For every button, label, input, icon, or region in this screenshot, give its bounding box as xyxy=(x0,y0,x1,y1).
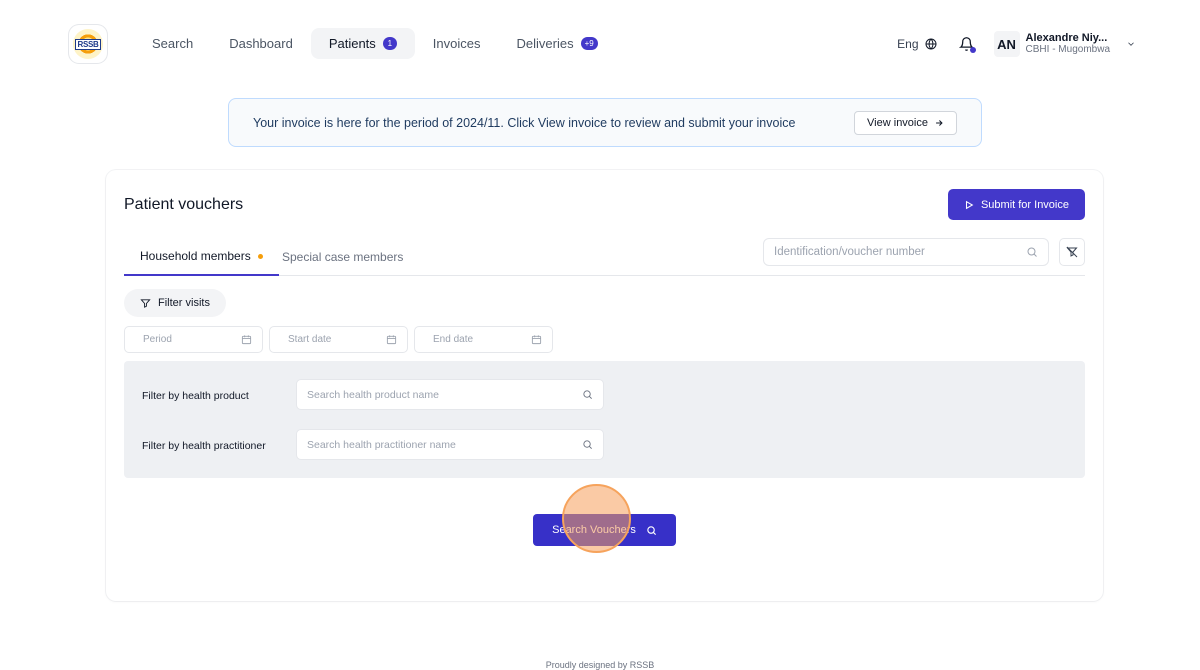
submit-for-invoice-button[interactable]: Submit for Invoice xyxy=(947,189,1085,220)
patients-count-badge: 1 xyxy=(382,37,397,50)
practitioner-filter-label: Filter by health practitioner xyxy=(142,440,266,452)
start-date-input[interactable]: Start date xyxy=(269,326,408,353)
search-icon xyxy=(1027,247,1037,257)
user-name: Alexandre Niy... xyxy=(1025,32,1108,44)
calendar-icon xyxy=(241,335,252,345)
end-date-input[interactable]: End date xyxy=(414,326,553,353)
filter-visits-button[interactable]: Filter visits xyxy=(124,289,226,317)
patient-vouchers-card: Patient vouchers Submit for Invoice Hous… xyxy=(106,170,1103,601)
health-practitioner-search-input[interactable]: Search health practitioner name xyxy=(296,429,604,460)
period-input[interactable]: Period xyxy=(124,326,263,353)
product-filter-label: Filter by health product xyxy=(142,390,249,402)
notifications-button[interactable] xyxy=(958,36,976,53)
tab-special-case-members[interactable]: Special case members xyxy=(282,238,403,276)
filter-off-icon xyxy=(1066,246,1078,258)
search-icon xyxy=(583,440,592,449)
play-icon xyxy=(965,200,974,209)
globe-icon xyxy=(925,38,937,50)
language-selector[interactable]: Eng xyxy=(897,37,937,51)
nav-item-invoices[interactable]: Invoices xyxy=(415,28,499,59)
top-navbar: RSSB Search Dashboard Patients 1 Invoices… xyxy=(0,0,1200,88)
clear-filter-button[interactable] xyxy=(1059,238,1085,266)
page-title: Patient vouchers xyxy=(124,196,244,213)
date-filters: Period Start date End date xyxy=(124,326,553,353)
chevron-down-icon[interactable] xyxy=(1126,39,1136,49)
tab-household-members[interactable]: Household members xyxy=(124,238,279,276)
nav-item-search[interactable]: Search xyxy=(134,28,211,59)
rssb-logo[interactable]: RSSB xyxy=(69,25,107,63)
calendar-icon xyxy=(531,335,542,345)
main-nav: Search Dashboard Patients 1 Invoices Deli… xyxy=(134,28,616,59)
tab-indicator-dot xyxy=(257,253,263,259)
search-vouchers-button[interactable]: Search Vouchers xyxy=(533,514,676,546)
invoice-banner: Your invoice is here for the period of 2… xyxy=(228,98,982,147)
health-product-search-input[interactable]: Search health product name xyxy=(296,379,604,410)
nav-item-deliveries[interactable]: Deliveries +9 xyxy=(499,28,616,59)
avatar[interactable]: AN xyxy=(993,31,1020,57)
user-org: CBHI - Mugombwa xyxy=(1025,44,1110,55)
voucher-search-input[interactable]: Identification/voucher number xyxy=(763,238,1049,266)
notification-dot xyxy=(969,47,976,53)
logo-seal: RSSB xyxy=(73,29,103,59)
arrow-right-icon xyxy=(936,119,943,126)
banner-message: Your invoice is here for the period of 2… xyxy=(253,115,796,130)
view-invoice-button[interactable]: View invoice xyxy=(854,110,957,135)
header-actions: Eng AN Alexandre Niy... CBHI - Mugombwa xyxy=(897,26,1136,62)
footer-text: Proudly designed by RSSB xyxy=(545,660,655,670)
nav-item-patients[interactable]: Patients 1 xyxy=(310,28,415,59)
search-icon xyxy=(583,390,592,399)
search-icon xyxy=(647,525,656,535)
filter-icon xyxy=(140,298,151,308)
deliveries-count-badge: +9 xyxy=(580,37,598,50)
advanced-filter-panel: Filter by health product Search health p… xyxy=(124,361,1085,478)
calendar-icon xyxy=(386,335,397,345)
user-info[interactable]: Alexandre Niy... CBHI - Mugombwa xyxy=(1026,32,1110,56)
nav-item-dashboard[interactable]: Dashboard xyxy=(211,28,311,59)
